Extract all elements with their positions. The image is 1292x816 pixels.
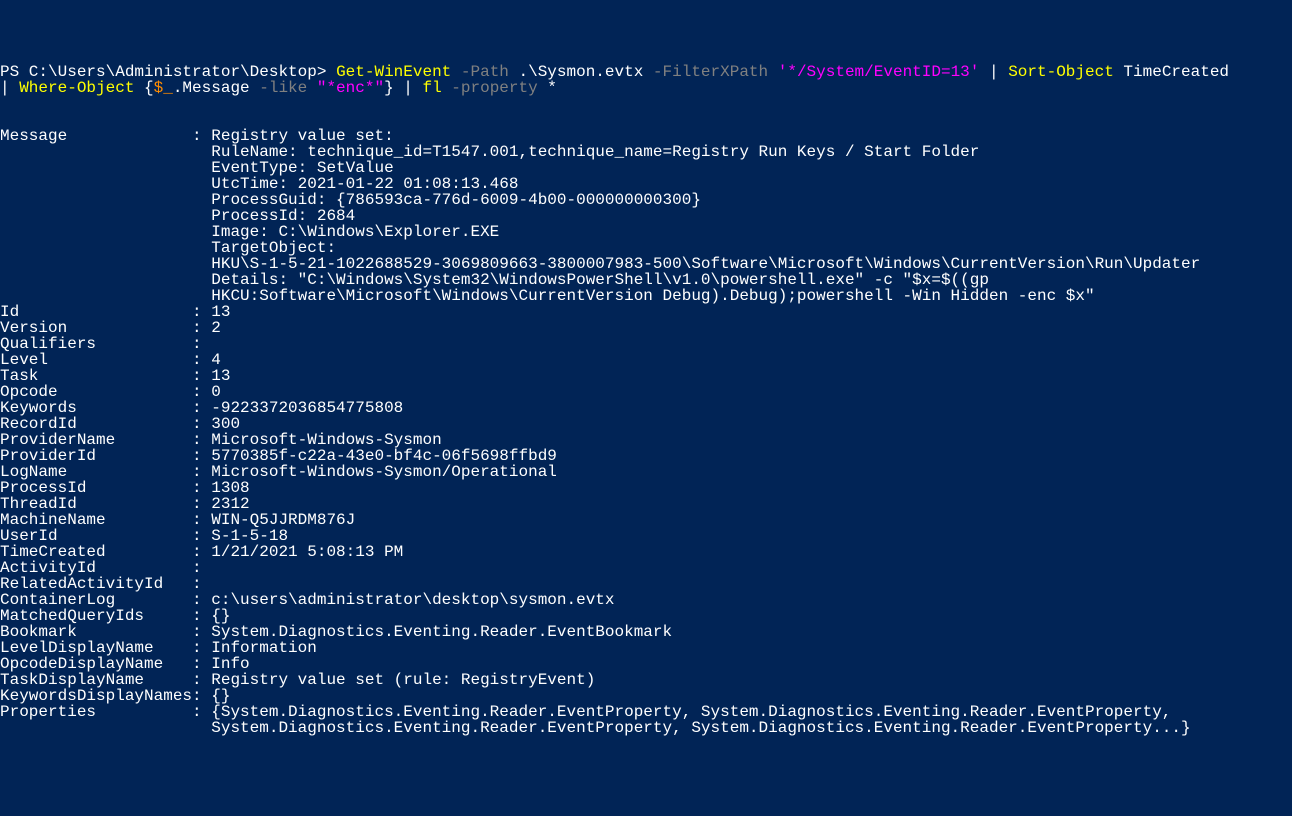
flag-filterxpath: -FilterXPath xyxy=(643,63,768,81)
like-value: "*enc*" xyxy=(307,79,384,97)
cmd-sort-object: Sort-Object xyxy=(1008,63,1114,81)
filter-value: '*/System/EventID=13' xyxy=(768,63,979,81)
brace-close: } xyxy=(384,79,394,97)
cmd-fl: fl xyxy=(422,79,441,97)
pipe-1: | xyxy=(979,63,1008,81)
cmd-where-object: Where-Object xyxy=(19,79,134,97)
brace-open: { xyxy=(134,79,153,97)
like-operator: -like xyxy=(250,79,308,97)
terminal[interactable]: PS C:\Users\Administrator\Desktop> Get-W… xyxy=(0,64,1292,736)
output-block: Message : Registry value set: RuleName: … xyxy=(0,127,1200,737)
pipe-2: | xyxy=(394,79,423,97)
prompt-line-2: | Where-Object {$_.Message -like "*enc*"… xyxy=(0,79,557,97)
dot-message: .Message xyxy=(173,79,250,97)
star-arg: * xyxy=(538,79,557,97)
flag-property: -property xyxy=(442,79,538,97)
sort-arg: TimeCreated xyxy=(1114,63,1229,81)
dollar-underscore: $_ xyxy=(154,79,173,97)
